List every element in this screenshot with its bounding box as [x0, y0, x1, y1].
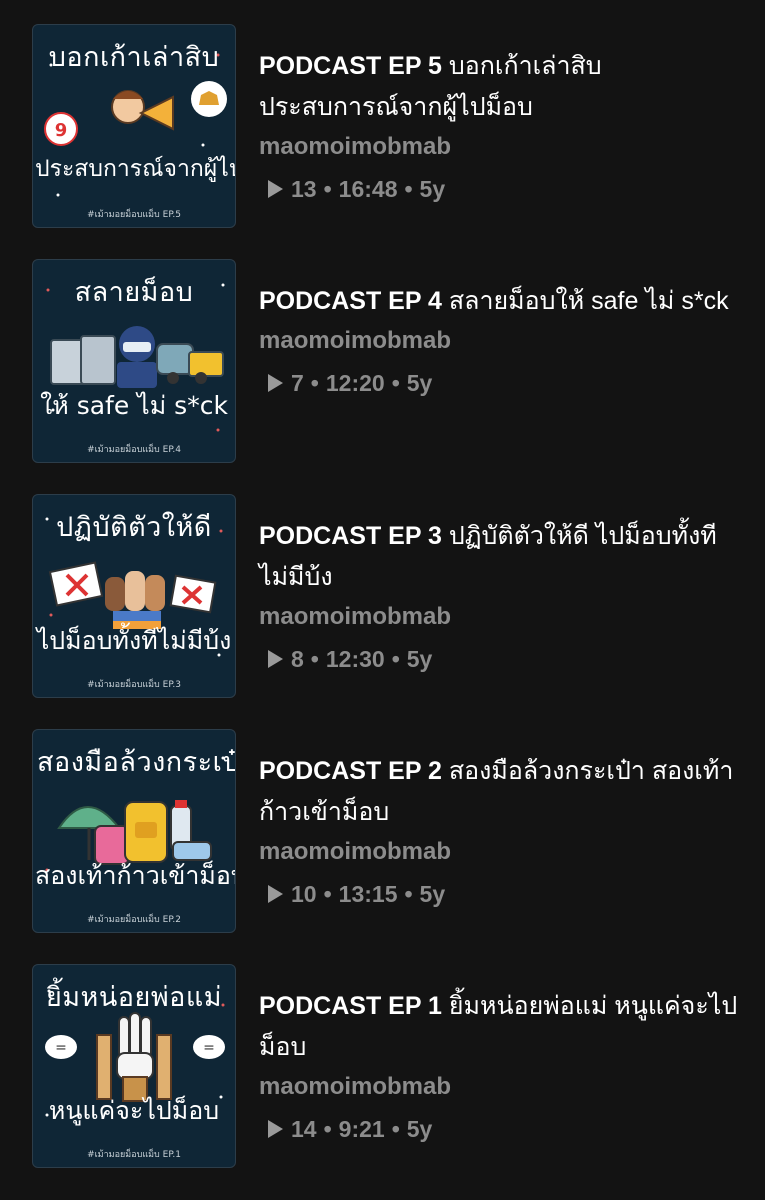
artwork-bottom-text: สองเท้าก้าวเข้าม็อบ	[35, 861, 236, 890]
episode-title-prefix: PODCAST EP 2	[259, 757, 442, 785]
episode-author[interactable]: maomoimobmab	[259, 600, 739, 634]
episode-row-ep5[interactable]: 9 บอกเก้าเล่าสิบ ประสบการณ์จากผู้ไปม็อบ …	[0, 22, 765, 257]
artwork-top-text: ปฏิบัติตัวให้ดี	[56, 512, 212, 543]
meta-separator: •	[323, 176, 332, 202]
episode-duration: 16:48	[338, 176, 398, 202]
episode-title-prefix: PODCAST EP 1	[259, 992, 442, 1020]
episode-info: PODCAST EP 3 ปฏิบัติตัวให้ดี ไปม็อบทั้งท…	[259, 516, 739, 676]
episode-meta: 10 • 13:15 • 5y	[259, 877, 739, 911]
play-count-icon	[268, 1120, 283, 1138]
episode-title-prefix: PODCAST EP 5	[259, 52, 442, 80]
play-count-icon	[268, 374, 283, 392]
episode-info: PODCAST EP 1 ยิ้มหน่อยพ่อแม่ หนูแค่จะไปม…	[259, 986, 739, 1146]
play-count-icon	[268, 885, 283, 903]
episode-row-ep1[interactable]: = = ยิ้มหน่อยพ่อแม่ หนูแค่จะไปม็อบ #เม้า…	[0, 962, 765, 1197]
meta-separator: •	[391, 1116, 400, 1142]
episode-title[interactable]: PODCAST EP 5 บอกเก้าเล่าสิบประสบการณ์จาก…	[259, 46, 739, 128]
play-count-icon	[268, 180, 283, 198]
artwork-bottom-text: ไปม็อบทั้งทีไม่มีบ้ง	[36, 626, 232, 655]
play-count-icon	[268, 650, 283, 668]
svg-text:=: =	[55, 1040, 67, 1056]
episode-artwork[interactable]: ปฏิบัติตัวให้ดี ไปม็อบทั้งทีไม่มีบ้ง #เม…	[32, 494, 236, 698]
episode-meta: 7 • 12:20 • 5y	[259, 366, 739, 400]
episode-age: 5y	[406, 646, 433, 672]
artwork-hashtag: #เม้ามอยม็อบแม็บ EP.3	[87, 680, 181, 690]
episode-title[interactable]: PODCAST EP 4 สลายม็อบให้ safe ไม่ s*ck	[259, 281, 739, 322]
episode-duration: 12:20	[325, 370, 385, 396]
artwork-top-text: สองมือล้วงกระเป๋า	[37, 747, 236, 778]
episode-info: PODCAST EP 5 บอกเก้าเล่าสิบประสบการณ์จาก…	[259, 46, 739, 206]
episode-author[interactable]: maomoimobmab	[259, 324, 739, 358]
episode-title-text: สลายม็อบให้ safe ไม่ s*ck	[441, 287, 729, 315]
artwork-hashtag: #เม้ามอยม็อบแม็บ EP.5	[87, 210, 181, 220]
episode-info: PODCAST EP 2 สองมือล้วงกระเป๋า สองเท้าก้…	[259, 751, 739, 911]
episode-author[interactable]: maomoimobmab	[259, 130, 739, 164]
episode-age: 5y	[419, 176, 446, 202]
episode-artwork[interactable]: สลายม็อบ ให้ safe ไม่ s*ck #เม้ามอยม็อบแ…	[32, 259, 236, 463]
episode-title[interactable]: PODCAST EP 1 ยิ้มหน่อยพ่อแม่ หนูแค่จะไปม…	[259, 986, 739, 1068]
episode-title-prefix: PODCAST EP 4	[259, 287, 442, 315]
episode-artwork[interactable]: สองมือล้วงกระเป๋า สองเท้าก้าวเข้าม็อบ #เ…	[32, 729, 236, 933]
episode-row-ep4[interactable]: สลายม็อบ ให้ safe ไม่ s*ck #เม้ามอยม็อบแ…	[0, 257, 765, 492]
artwork-hashtag: #เม้ามอยม็อบแม็บ EP.1	[87, 1150, 181, 1160]
episode-row-ep3[interactable]: ปฏิบัติตัวให้ดี ไปม็อบทั้งทีไม่มีบ้ง #เม…	[0, 492, 765, 727]
meta-separator: •	[391, 370, 400, 396]
play-count: 8	[291, 646, 304, 672]
meta-separator: •	[391, 646, 400, 672]
artwork-hashtag: #เม้ามอยม็อบแม็บ EP.2	[87, 915, 181, 925]
episode-title-prefix: PODCAST EP 3	[259, 522, 442, 550]
play-count: 13	[291, 176, 317, 202]
meta-separator: •	[310, 370, 319, 396]
episode-age: 5y	[406, 1116, 433, 1142]
svg-text:9: 9	[55, 120, 68, 141]
episode-artwork[interactable]: = = ยิ้มหน่อยพ่อแม่ หนูแค่จะไปม็อบ #เม้า…	[32, 964, 236, 1168]
episode-title[interactable]: PODCAST EP 3 ปฏิบัติตัวให้ดี ไปม็อบทั้งท…	[259, 516, 739, 598]
artwork-top-text: ยิ้มหน่อยพ่อแม่	[45, 982, 223, 1013]
episode-info: PODCAST EP 4 สลายม็อบให้ safe ไม่ s*ck m…	[259, 281, 739, 400]
episode-duration: 13:15	[338, 881, 398, 907]
episode-artwork[interactable]: 9 บอกเก้าเล่าสิบ ประสบการณ์จากผู้ไปม็อบ …	[32, 24, 236, 228]
episode-meta: 13 • 16:48 • 5y	[259, 172, 739, 206]
episode-duration: 9:21	[338, 1116, 385, 1142]
meta-separator: •	[404, 881, 413, 907]
episode-age: 5y	[419, 881, 446, 907]
artwork-hashtag: #เม้ามอยม็อบแม็บ EP.4	[87, 445, 181, 455]
artwork-bottom-text: หนูแค่จะไปม็อบ	[48, 1096, 220, 1125]
meta-separator: •	[310, 646, 319, 672]
artwork-bottom-text: ประสบการณ์จากผู้ไปม็อบ	[35, 156, 235, 182]
play-count: 14	[291, 1116, 317, 1142]
meta-separator: •	[323, 881, 332, 907]
episode-list: 9 บอกเก้าเล่าสิบ ประสบการณ์จากผู้ไปม็อบ …	[0, 22, 765, 1197]
meta-separator: •	[404, 176, 413, 202]
svg-text:=: =	[203, 1040, 215, 1056]
artwork-top-text: บอกเก้าเล่าสิบ	[48, 42, 220, 73]
artwork-bottom-text: ให้ safe ไม่ s*ck	[40, 391, 228, 420]
episode-meta: 14 • 9:21 • 5y	[259, 1112, 739, 1146]
episode-author[interactable]: maomoimobmab	[259, 835, 739, 869]
episode-title[interactable]: PODCAST EP 2 สองมือล้วงกระเป๋า สองเท้าก้…	[259, 751, 739, 833]
episode-row-ep2[interactable]: สองมือล้วงกระเป๋า สองเท้าก้าวเข้าม็อบ #เ…	[0, 727, 765, 962]
play-count: 7	[291, 370, 304, 396]
play-count: 10	[291, 881, 317, 907]
meta-separator: •	[323, 1116, 332, 1142]
episode-age: 5y	[406, 370, 433, 396]
episode-author[interactable]: maomoimobmab	[259, 1070, 739, 1104]
episode-duration: 12:30	[325, 646, 385, 672]
artwork-top-text: สลายม็อบ	[74, 277, 194, 308]
episode-meta: 8 • 12:30 • 5y	[259, 642, 739, 676]
